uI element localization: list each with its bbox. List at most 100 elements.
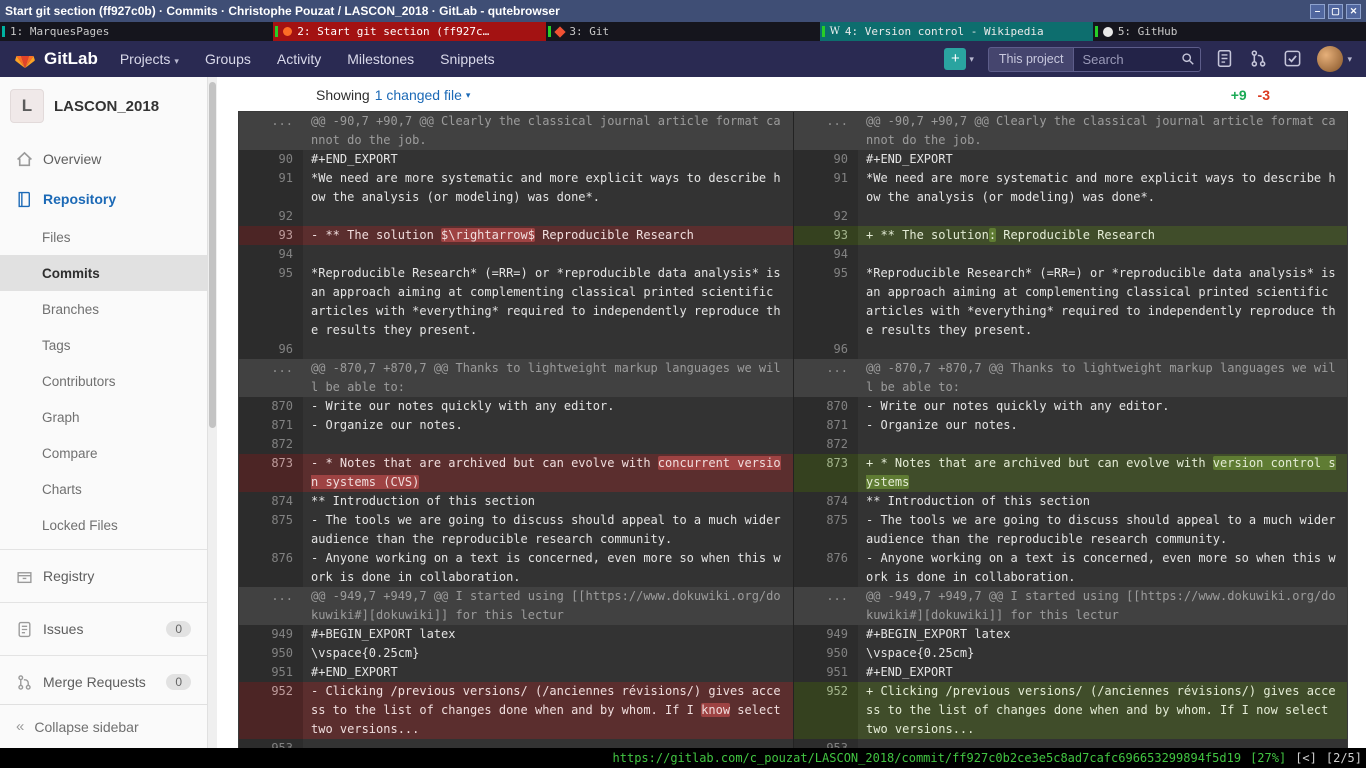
diff-row: 94 xyxy=(794,245,1347,264)
diff-line-number[interactable]: 94 xyxy=(794,245,858,264)
sidebar-item-branches[interactable]: Branches xyxy=(0,291,207,327)
nav-issues-icon[interactable] xyxy=(1215,49,1235,69)
window-title: Start git section (ff927c0b) · Commits ·… xyxy=(5,4,1307,18)
navbar-right: + ▾ This project xyxy=(944,46,1352,72)
browser-tab[interactable]: 1: MarquesPages xyxy=(0,22,273,41)
diff-word-highlight: : xyxy=(989,228,996,242)
diff-line-number[interactable]: 96 xyxy=(239,340,303,359)
diff-line-number[interactable]: 92 xyxy=(794,207,858,226)
diff-line-content: - Write our notes quickly with any edito… xyxy=(858,397,1347,416)
diff-line-number[interactable]: 950 xyxy=(239,644,303,663)
diff-line-content: #+END_EXPORT xyxy=(858,150,1347,169)
sidebar-item-merge-requests[interactable]: Merge Requests0 xyxy=(0,662,207,702)
sidebar-item-tags[interactable]: Tags xyxy=(0,327,207,363)
diff-row: ...@@ -870,7 +870,7 @@ Thanks to lightwe… xyxy=(239,359,793,397)
diff-line-number[interactable]: 953 xyxy=(239,739,303,748)
scrollbar-thumb[interactable] xyxy=(209,82,216,428)
diff-line-number[interactable]: 949 xyxy=(239,625,303,644)
sidebar-item-label: Graph xyxy=(42,410,80,425)
gitlab-logo-icon[interactable] xyxy=(14,48,36,70)
nav-link-milestones[interactable]: Milestones xyxy=(347,51,414,67)
maximize-button[interactable]: ▢ xyxy=(1328,4,1343,19)
diff-line-number[interactable]: 950 xyxy=(794,644,858,663)
diff-line-number[interactable]: 871 xyxy=(794,416,858,435)
page-scrollbar[interactable] xyxy=(208,77,217,748)
content-area: L LASCON_2018 OverviewRepositoryFilesCom… xyxy=(0,77,1366,748)
diff-line-number[interactable]: 92 xyxy=(239,207,303,226)
new-menu-button[interactable]: + ▾ xyxy=(944,48,974,70)
diff-row: 90#+END_EXPORT xyxy=(794,150,1347,169)
sidebar-item-commits[interactable]: Commits xyxy=(0,255,207,291)
diff-line-number[interactable]: 873 xyxy=(239,454,303,492)
statusbar: https://gitlab.com/c_pouzat/LASCON_2018/… xyxy=(0,748,1366,768)
diff-line-number[interactable]: 951 xyxy=(239,663,303,682)
diff-line-number[interactable]: 949 xyxy=(794,625,858,644)
diff-line-number[interactable]: 872 xyxy=(239,435,303,454)
chevron-down-icon[interactable]: ▾ xyxy=(466,90,471,101)
search-scope-label[interactable]: This project xyxy=(988,47,1074,72)
gitlab-brand[interactable]: GitLab xyxy=(44,49,98,69)
minimize-button[interactable]: ‒ xyxy=(1310,4,1325,19)
sidebar-item-repository[interactable]: Repository xyxy=(0,179,207,219)
diff-line-number[interactable]: 91 xyxy=(794,169,858,207)
nav-merge-requests-icon[interactable] xyxy=(1249,49,1269,69)
diff-line-number[interactable]: 93 xyxy=(794,226,858,245)
diff-line-number[interactable]: 95 xyxy=(239,264,303,340)
diff-line-number[interactable]: 876 xyxy=(239,549,303,587)
collapse-sidebar-button[interactable]: « Collapse sidebar xyxy=(0,704,207,748)
sidebar-item-compare[interactable]: Compare xyxy=(0,435,207,471)
sidebar-item-contributors[interactable]: Contributors xyxy=(0,363,207,399)
changed-files-link[interactable]: 1 changed file xyxy=(375,87,462,103)
browser-tab[interactable]: 5: GitHub xyxy=(1093,22,1366,41)
nav-link-groups[interactable]: Groups xyxy=(205,51,251,67)
diff-line-number[interactable]: 875 xyxy=(239,511,303,549)
diff-line-number[interactable]: 91 xyxy=(239,169,303,207)
diff-line-content: - Organize our notes. xyxy=(303,416,793,435)
browser-tab[interactable]: W4: Version control - Wikipedia xyxy=(820,22,1093,41)
diff-line-content xyxy=(303,245,793,264)
browser-tab[interactable]: 3: Git xyxy=(546,22,819,41)
diff-line-number[interactable]: 90 xyxy=(239,150,303,169)
project-header[interactable]: L LASCON_2018 xyxy=(0,77,207,135)
plus-icon: + xyxy=(944,48,966,70)
diff-line-number[interactable]: 873 xyxy=(794,454,858,492)
diff-word-highlight: concurrent version systems (CVS) xyxy=(311,456,781,489)
diff-row: 93+ ** The solution: Reproducible Resear… xyxy=(794,226,1347,245)
sidebar-item-issues[interactable]: Issues0 xyxy=(0,609,207,649)
diff-line-number[interactable]: 94 xyxy=(239,245,303,264)
diff-line-number[interactable]: 874 xyxy=(794,492,858,511)
sidebar-item-files[interactable]: Files xyxy=(0,219,207,255)
sidebar-item-charts[interactable]: Charts xyxy=(0,471,207,507)
diff-line-number[interactable]: 952 xyxy=(794,682,858,739)
diff-panel-old: ...@@ -90,7 +90,7 @@ Clearly the classic… xyxy=(239,112,793,748)
diff-line-number[interactable]: 870 xyxy=(794,397,858,416)
diff-line-number[interactable]: 96 xyxy=(794,340,858,359)
diff-line-number[interactable]: 90 xyxy=(794,150,858,169)
browser-tab[interactable]: 2: Start git section (ff927c… xyxy=(273,22,546,41)
diff-line-number[interactable]: 93 xyxy=(239,226,303,245)
diff-line-number[interactable]: 952 xyxy=(239,682,303,739)
diff-line-number[interactable]: 874 xyxy=(239,492,303,511)
nav-todos-icon[interactable] xyxy=(1283,49,1303,69)
count-badge: 0 xyxy=(166,674,191,690)
diff-line-number[interactable]: 951 xyxy=(794,663,858,682)
nav-link-projects[interactable]: Projects▾ xyxy=(120,51,179,67)
diff-line-number[interactable]: 875 xyxy=(794,511,858,549)
sidebar-item-graph[interactable]: Graph xyxy=(0,399,207,435)
sidebar-item-registry[interactable]: Registry xyxy=(0,556,207,596)
diff-line-number[interactable]: 95 xyxy=(794,264,858,340)
diff-line-number[interactable]: 876 xyxy=(794,549,858,587)
diff-line-number[interactable]: 871 xyxy=(239,416,303,435)
sidebar-item-locked-files[interactable]: Locked Files xyxy=(0,507,207,543)
sidebar-item-overview[interactable]: Overview xyxy=(0,139,207,179)
diff-line-number[interactable]: 872 xyxy=(794,435,858,454)
diff-line-number: ... xyxy=(794,359,858,397)
nav-link-snippets[interactable]: Snippets xyxy=(440,51,494,67)
search-icon[interactable] xyxy=(1181,52,1195,71)
diff-line-number[interactable]: 870 xyxy=(239,397,303,416)
close-button[interactable]: ✕ xyxy=(1346,4,1361,19)
search-group: This project xyxy=(988,47,1202,72)
user-menu[interactable]: ▾ xyxy=(1317,46,1352,72)
diff-line-number[interactable]: 953 xyxy=(794,739,858,748)
nav-link-activity[interactable]: Activity xyxy=(277,51,321,67)
